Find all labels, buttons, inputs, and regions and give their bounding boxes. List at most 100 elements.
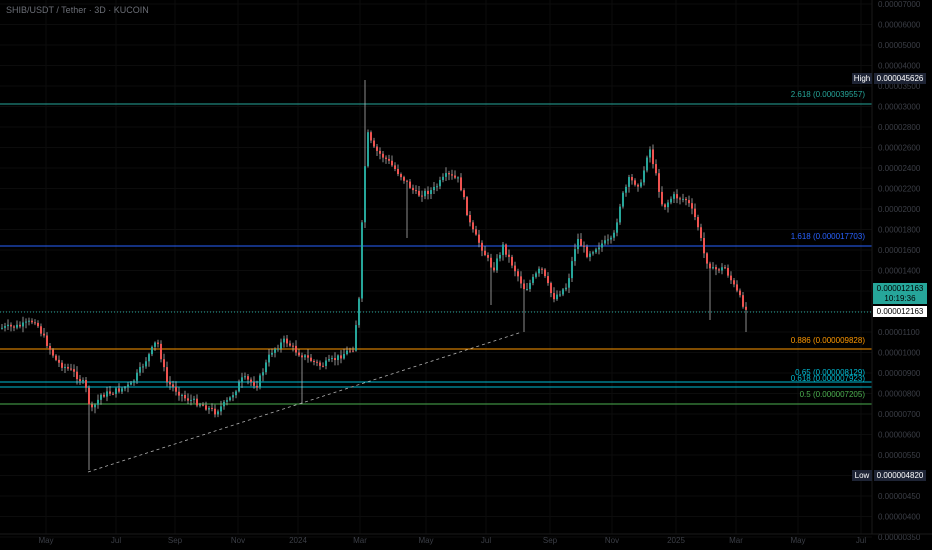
candle-body	[700, 227, 702, 239]
candle-body	[484, 250, 486, 255]
candle-body	[112, 393, 114, 395]
candle-body	[466, 197, 468, 215]
fib-levels: 2.618 (0.000039557) 1.618 (0.000017703) 0.…	[0, 90, 872, 405]
candle-body	[37, 322, 39, 327]
candle-body	[580, 238, 582, 246]
last-price-tag: 0.000012163	[873, 283, 927, 294]
time-axis[interactable]: May Jul Sep Nov 2024 Mar May Jul Sep Nov 2025 Mar Ma…	[0, 533, 932, 545]
countdown-tag: 10:19:36	[873, 294, 927, 304]
price-tick-label: 0.00000600	[878, 431, 921, 440]
candle-body	[199, 404, 201, 406]
candle-body	[211, 407, 213, 409]
candle-body	[1, 327, 3, 329]
candle-body	[436, 186, 438, 188]
time-tick-label: Jul	[856, 536, 866, 545]
high-label: High	[854, 74, 870, 83]
candle-body	[115, 388, 117, 394]
candle-body	[670, 198, 672, 203]
candle-body	[604, 240, 606, 244]
time-tick-label: Sep	[168, 536, 183, 545]
candle-body	[142, 366, 144, 368]
candle-body	[334, 358, 336, 361]
candle-body	[664, 204, 666, 208]
candle-body	[715, 267, 717, 270]
candle-body	[676, 194, 678, 199]
candle-body	[739, 290, 741, 296]
candle-body	[445, 173, 447, 177]
candle-body	[121, 388, 123, 392]
candle-body	[448, 173, 450, 175]
candle-body	[238, 382, 240, 392]
price-tick-label: 0.00001400	[878, 267, 921, 276]
candle-body	[280, 342, 282, 349]
last-price-2: 0.000012163	[877, 307, 924, 316]
candle-body	[184, 394, 186, 399]
candle-body	[292, 345, 294, 347]
candle-body	[709, 263, 711, 269]
candle-body	[370, 132, 372, 141]
candle-body	[76, 371, 78, 380]
candle-body	[7, 324, 9, 327]
candle-body	[361, 222, 363, 299]
candle-body	[43, 333, 45, 336]
candle-body	[346, 350, 348, 355]
candle-body	[592, 252, 594, 254]
candle-body	[523, 283, 525, 290]
candle-body	[355, 325, 357, 351]
price-chart[interactable]: 2.618 (0.000039557) 1.618 (0.000017703) 0.…	[0, 0, 932, 550]
candle-body	[457, 177, 459, 179]
candle-body	[85, 379, 87, 388]
candle-body	[703, 238, 705, 254]
candle-body	[511, 256, 513, 266]
countdown: 10:19:36	[884, 294, 916, 303]
candle-body	[202, 404, 204, 406]
candle-body	[106, 391, 108, 397]
candle-body	[340, 355, 342, 359]
price-tick-label: 0.00005000	[878, 41, 921, 50]
candle-body	[52, 349, 54, 356]
candle-body	[547, 276, 549, 284]
high-label-tag: High	[852, 73, 872, 84]
candle-body	[598, 247, 600, 250]
candle-body	[178, 391, 180, 396]
fib-level-label: 2.618 (0.000039557)	[791, 90, 866, 99]
candle-body	[382, 153, 384, 158]
price-tick-label: 0.00002200	[878, 185, 921, 194]
candle-body	[343, 354, 345, 359]
candle-body	[637, 184, 639, 187]
candle-body	[721, 267, 723, 271]
candles	[1, 80, 747, 470]
candle-body	[385, 157, 387, 159]
low-label: Low	[855, 471, 870, 480]
candle-body	[97, 399, 99, 405]
candle-body	[166, 367, 168, 382]
candle-body	[625, 186, 627, 193]
candle-body	[559, 294, 561, 296]
candle-body	[79, 379, 81, 382]
candle-body	[16, 324, 18, 328]
candle-body	[688, 200, 690, 204]
candle-body	[22, 322, 24, 327]
candle-body	[13, 326, 15, 328]
candle-body	[742, 295, 744, 307]
price-tick-label: 0.00000450	[878, 492, 921, 501]
candle-body	[499, 254, 501, 259]
candle-body	[724, 267, 726, 269]
candle-body	[289, 343, 291, 346]
time-tick-label: May	[418, 536, 433, 545]
candle-body	[412, 187, 414, 191]
candle-body	[454, 175, 456, 178]
candle-body	[301, 355, 303, 358]
candle-body	[532, 276, 534, 283]
candle-body	[310, 357, 312, 361]
candle-body	[268, 354, 270, 363]
candle-body	[439, 180, 441, 187]
candle-body	[463, 190, 465, 198]
candle-body	[256, 385, 258, 388]
candle-body	[373, 140, 375, 147]
last-price: 0.000012163	[877, 284, 924, 293]
candle-body	[304, 355, 306, 358]
candle-body	[265, 362, 267, 373]
time-tick-label: May	[38, 536, 53, 545]
candle-body	[607, 239, 609, 241]
